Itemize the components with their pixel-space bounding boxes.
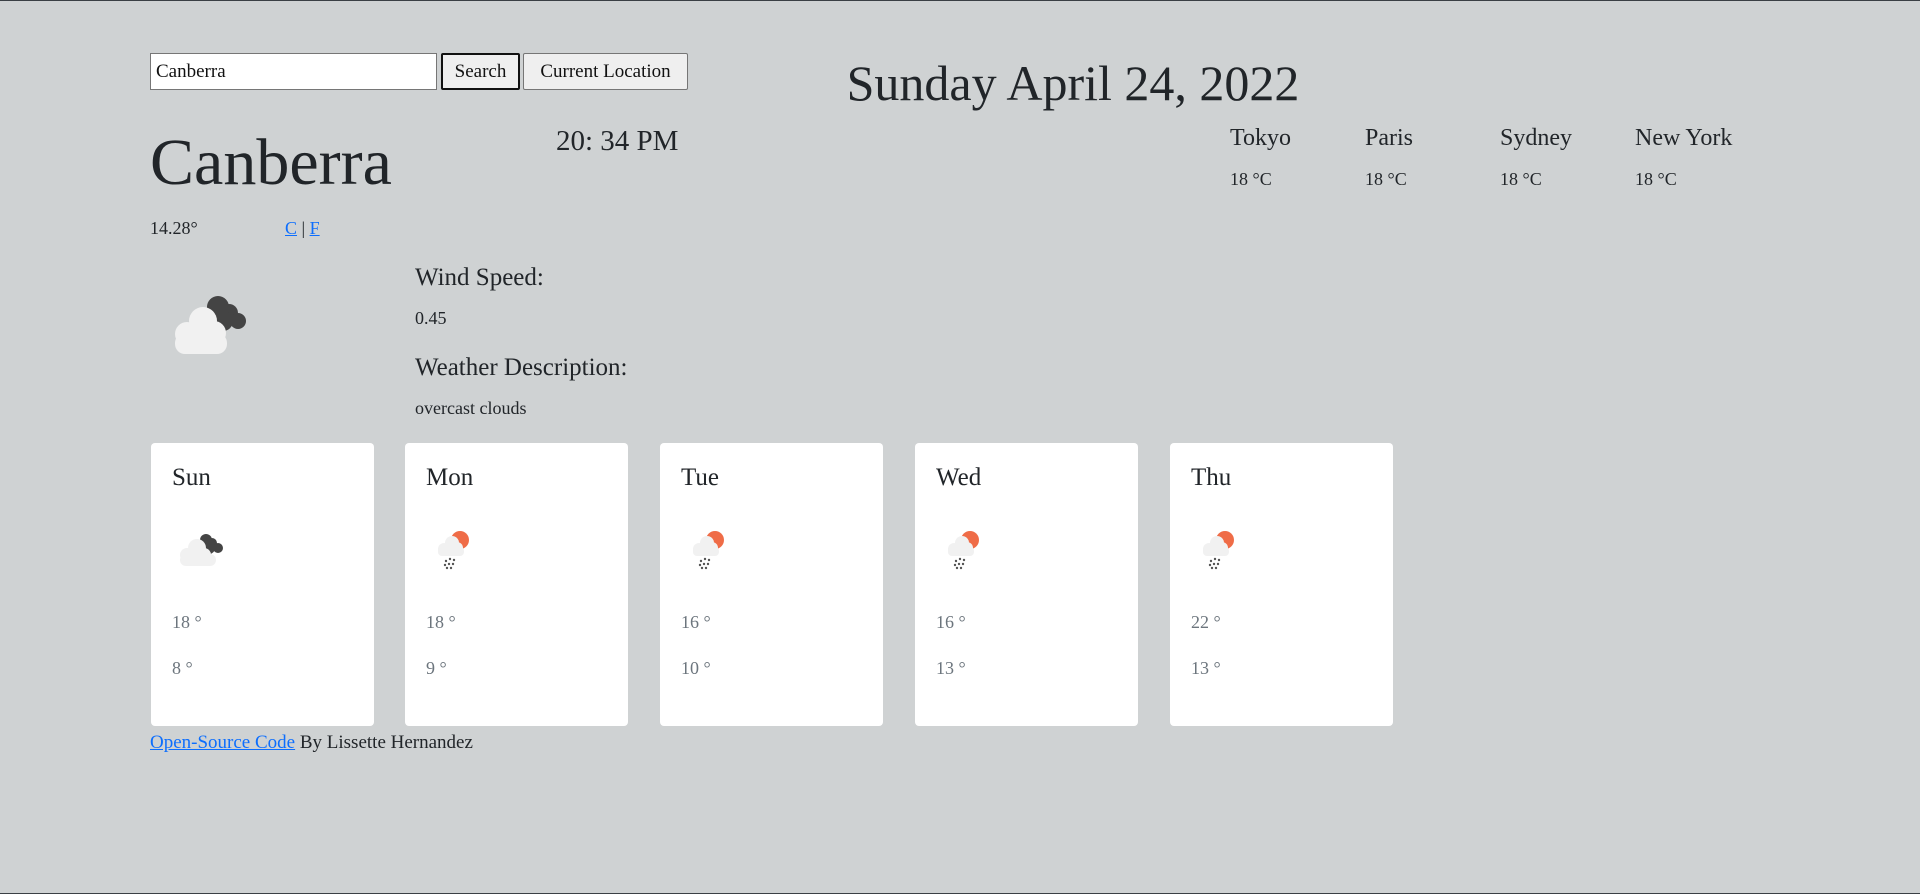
wind-speed-label: Wind Speed: [415, 264, 544, 291]
forecast-card: Wed 16 ° 13 ° [915, 443, 1138, 726]
overcast-clouds-icon [172, 528, 232, 573]
forecast-day: Sun [172, 464, 211, 491]
weather-description-label: Weather Description: [415, 354, 628, 381]
celsius-link[interactable]: C [285, 218, 297, 238]
forecast-max-temp: 16 ° [681, 612, 711, 632]
forecast-min-temp: 8 ° [172, 658, 193, 678]
sun-rain-icon [681, 528, 741, 578]
forecast-min-temp: 13 ° [1191, 658, 1221, 678]
forecast-day: Tue [681, 464, 719, 491]
city-temp: 18 °C [1230, 169, 1272, 189]
city-new-york[interactable]: New York [1635, 123, 1732, 153]
forecast-min-temp: 10 ° [681, 658, 711, 678]
forecast-day: Wed [936, 464, 982, 491]
forecast-min-temp: 9 ° [426, 658, 447, 678]
weather-description-value: overcast clouds [415, 398, 527, 418]
current-time: 20: 34 PM [556, 125, 679, 157]
forecast-card: Tue 16 ° 10 ° [660, 443, 883, 726]
city-paris[interactable]: Paris [1365, 123, 1413, 153]
city-name: Canberra [150, 126, 392, 199]
sun-rain-icon [426, 528, 486, 578]
author-text: By Lissette Hernandez [295, 732, 473, 753]
wind-speed-value: 0.45 [415, 308, 447, 328]
sun-rain-icon [1191, 528, 1251, 578]
forecast-max-temp: 18 ° [426, 612, 456, 632]
forecast-max-temp: 16 ° [936, 612, 966, 632]
sun-rain-icon [936, 528, 996, 578]
forecast-day: Mon [426, 464, 474, 491]
footer: Open-Source Code By Lissette Hernandez [150, 731, 473, 755]
unit-separator: | [301, 218, 306, 238]
current-temperature: 14.28° [150, 218, 198, 238]
city-tokyo[interactable]: Tokyo [1230, 123, 1291, 153]
city-temp: 18 °C [1500, 169, 1542, 189]
forecast-max-temp: 18 ° [172, 612, 202, 632]
forecast-max-temp: 22 ° [1191, 612, 1221, 632]
source-code-link[interactable]: Open-Source Code [150, 732, 295, 753]
city-sydney[interactable]: Sydney [1500, 123, 1572, 153]
unit-toggle: C | F [285, 216, 320, 240]
city-temp: 18 °C [1635, 169, 1677, 189]
forecast-card: Sun 18 ° 8 ° [151, 443, 374, 726]
forecast-min-temp: 13 ° [936, 658, 966, 678]
forecast-card: Thu 22 ° 13 ° [1170, 443, 1393, 726]
overcast-clouds-icon [165, 291, 265, 366]
forecast-day: Thu [1191, 464, 1232, 491]
forecast-card: Mon 18 ° 9 ° [405, 443, 628, 726]
fahrenheit-link[interactable]: F [310, 218, 320, 238]
current-date: Sunday April 24, 2022 [846, 55, 1300, 111]
city-temp: 18 °C [1365, 169, 1407, 189]
